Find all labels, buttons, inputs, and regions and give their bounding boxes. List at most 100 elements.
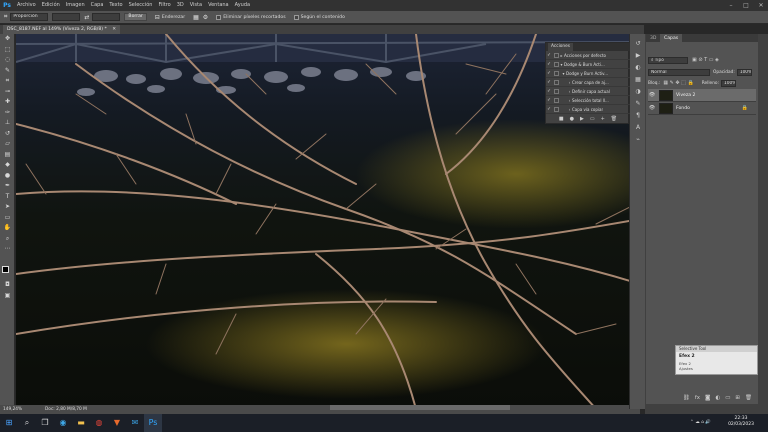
swap-icon[interactable]: ⇄ — [84, 14, 89, 21]
lock-icons[interactable]: ▦ ✎ ✥ ⬚ 🔒 — [663, 80, 693, 86]
healing-tool-icon[interactable]: ✚ — [0, 97, 15, 108]
new-action-icon[interactable]: + — [601, 116, 605, 122]
action-row[interactable]: ✓ › Selección total ll... — [546, 97, 630, 105]
action-row[interactable]: ✓ ▾ Dodge & Burn Acti... — [546, 61, 630, 69]
windows-start-icon[interactable]: ⊞ — [0, 414, 18, 432]
action-dialog-toggle[interactable] — [554, 89, 559, 94]
action-row[interactable]: ✓ ▾ Dodge y Burn Activ... — [546, 70, 630, 78]
action-row[interactable]: ✓ ▸ Acciones por defecto — [546, 52, 630, 60]
zoom-level[interactable]: 149,24% — [3, 405, 22, 414]
straighten-label[interactable]: Enderezar — [162, 15, 185, 20]
menu-vista[interactable]: Vista — [187, 0, 205, 11]
actions-panel-icon[interactable]: ▶ — [630, 50, 646, 62]
menu-3d[interactable]: 3D — [174, 0, 187, 11]
filter-icons[interactable]: ▣ ⊘ T ▭ ◈ — [692, 57, 719, 63]
eraser-tool-icon[interactable]: ▱ — [0, 139, 15, 150]
task-view-icon[interactable]: ❐ — [36, 414, 54, 432]
action-row[interactable]: ✓ › Capa vía copiar — [546, 106, 630, 114]
new-set-icon[interactable]: ▭ — [590, 116, 595, 122]
eye-icon[interactable]: 👁 — [648, 105, 656, 111]
edge-icon[interactable]: ◉ — [54, 414, 72, 432]
clock[interactable]: 22:33 02/03/2023 — [728, 416, 754, 428]
gear-icon[interactable]: ⚙ — [203, 14, 208, 21]
brave-icon[interactable]: ▼ — [108, 414, 126, 432]
menu-imagen[interactable]: Imagen — [63, 0, 88, 11]
action-dialog-toggle[interactable] — [554, 107, 559, 112]
history-brush-icon[interactable]: ↺ — [0, 129, 15, 140]
action-dialog-toggle[interactable] — [554, 71, 559, 76]
opacity-input[interactable]: 100% — [736, 68, 752, 76]
menu-filtro[interactable]: Filtro — [155, 0, 173, 11]
character-panel-icon[interactable]: A — [630, 122, 646, 134]
adjustment-icon[interactable]: ◐ — [715, 395, 720, 401]
dodge-tool-icon[interactable]: ● — [0, 171, 15, 182]
delete-pixels-checkbox[interactable] — [216, 14, 222, 20]
action-dialog-toggle[interactable] — [554, 80, 559, 85]
trash-icon[interactable]: 🗑 — [611, 116, 617, 122]
paths-panel-icon[interactable]: ⌁ — [630, 134, 646, 146]
brush-tool-icon[interactable]: ✑ — [0, 108, 15, 119]
content-aware-checkbox[interactable] — [293, 14, 299, 20]
zoom-tool-icon[interactable]: ⌕ — [0, 234, 15, 245]
crop-height-input[interactable] — [92, 13, 121, 21]
overlay-grid-icon[interactable]: ▦ — [193, 14, 199, 21]
menu-capa[interactable]: Capa — [88, 0, 107, 11]
clear-button[interactable]: Borrar — [124, 13, 147, 21]
mask-icon[interactable]: ◙ — [705, 395, 710, 401]
straighten-icon[interactable]: ⊟ — [155, 14, 160, 21]
action-row[interactable]: ✓ › Definir capa actual — [546, 88, 630, 96]
layer-name[interactable]: Fondo — [676, 106, 690, 111]
action-dialog-toggle[interactable] — [554, 98, 559, 103]
color-panel-icon[interactable]: ◐ — [630, 62, 646, 74]
maximize-icon[interactable]: □ — [739, 0, 753, 11]
close-icon[interactable]: ✕ — [754, 0, 768, 11]
tab-actions[interactable]: Acciones — [548, 43, 574, 51]
new-layer-icon[interactable]: ⊞ — [735, 395, 740, 401]
play-icon[interactable]: ▶ — [580, 116, 584, 122]
shape-tool-icon[interactable]: ▭ — [0, 213, 15, 224]
layer-row-viveza[interactable]: 👁 Viveza 2 — [648, 89, 756, 102]
crop-mode-select[interactable]: Proporción — [10, 13, 49, 21]
menu-archivo[interactable]: Archivo — [14, 0, 39, 11]
lasso-tool-icon[interactable]: ◌ — [0, 55, 15, 66]
group-icon[interactable]: ▭ — [725, 395, 730, 401]
quick-select-tool-icon[interactable]: ✎ — [0, 66, 15, 77]
fill-input[interactable]: 100% — [721, 79, 737, 87]
history-panel-icon[interactable]: ↺ — [630, 38, 646, 50]
stamp-tool-icon[interactable]: ⊥ — [0, 118, 15, 129]
close-tab-icon[interactable]: ✕ — [112, 27, 116, 32]
layer-row-fondo[interactable]: 👁 Fondo 🔒 — [648, 102, 756, 115]
menu-ayuda[interactable]: Ayuda — [232, 0, 253, 11]
minimize-icon[interactable]: – — [724, 0, 738, 11]
file-explorer-icon[interactable]: ▬ — [72, 414, 90, 432]
eyedropper-tool-icon[interactable]: ⊸ — [0, 87, 15, 98]
chrome-icon[interactable]: ◍ — [90, 414, 108, 432]
hand-tool-icon[interactable]: ✋ — [0, 223, 15, 234]
tray-icons[interactable]: ⌃ ☁ ⌂ 🔊 — [690, 414, 711, 432]
crop-tool-icon[interactable]: ⌗ — [4, 13, 7, 21]
trash-icon[interactable]: 🗑 — [745, 395, 752, 401]
horizontal-scroll-thumb[interactable] — [330, 405, 510, 410]
swatches-panel-icon[interactable]: ▦ — [630, 74, 646, 86]
selective-tool-line[interactable]: Ajustes — [676, 366, 757, 371]
menu-edicion[interactable]: Edición — [39, 0, 63, 11]
blend-mode-select[interactable]: Normal — [648, 68, 710, 76]
link-icon[interactable]: ⛓ — [683, 395, 690, 401]
gradient-tool-icon[interactable]: ▤ — [0, 150, 15, 161]
stop-icon[interactable]: ■ — [559, 116, 564, 122]
quick-mask-icon[interactable]: ◘ — [0, 280, 15, 291]
action-row[interactable]: ✓ › Crear capa de aj... — [546, 79, 630, 87]
path-select-icon[interactable]: ➤ — [0, 202, 15, 213]
screen-mode-icon[interactable]: ▣ — [0, 291, 15, 302]
layer-name[interactable]: Viveza 2 — [676, 93, 695, 98]
menu-texto[interactable]: Texto — [106, 0, 125, 11]
document-tab[interactable]: DSC_8187.NEF al 149% (Viveza 2, RGB/8) *… — [3, 25, 121, 34]
type-tool-icon[interactable]: T — [0, 192, 15, 203]
menu-ventana[interactable]: Ventana — [205, 0, 232, 11]
adjustments-panel-icon[interactable]: ◑ — [630, 86, 646, 98]
eye-icon[interactable]: 👁 — [648, 92, 656, 98]
mail-icon[interactable]: ✉ — [126, 414, 144, 432]
record-icon[interactable]: ● — [570, 116, 574, 122]
crop-tool-icon-left[interactable]: ⌗ — [0, 76, 15, 87]
more-tools-icon[interactable]: ⋯ — [0, 244, 15, 255]
